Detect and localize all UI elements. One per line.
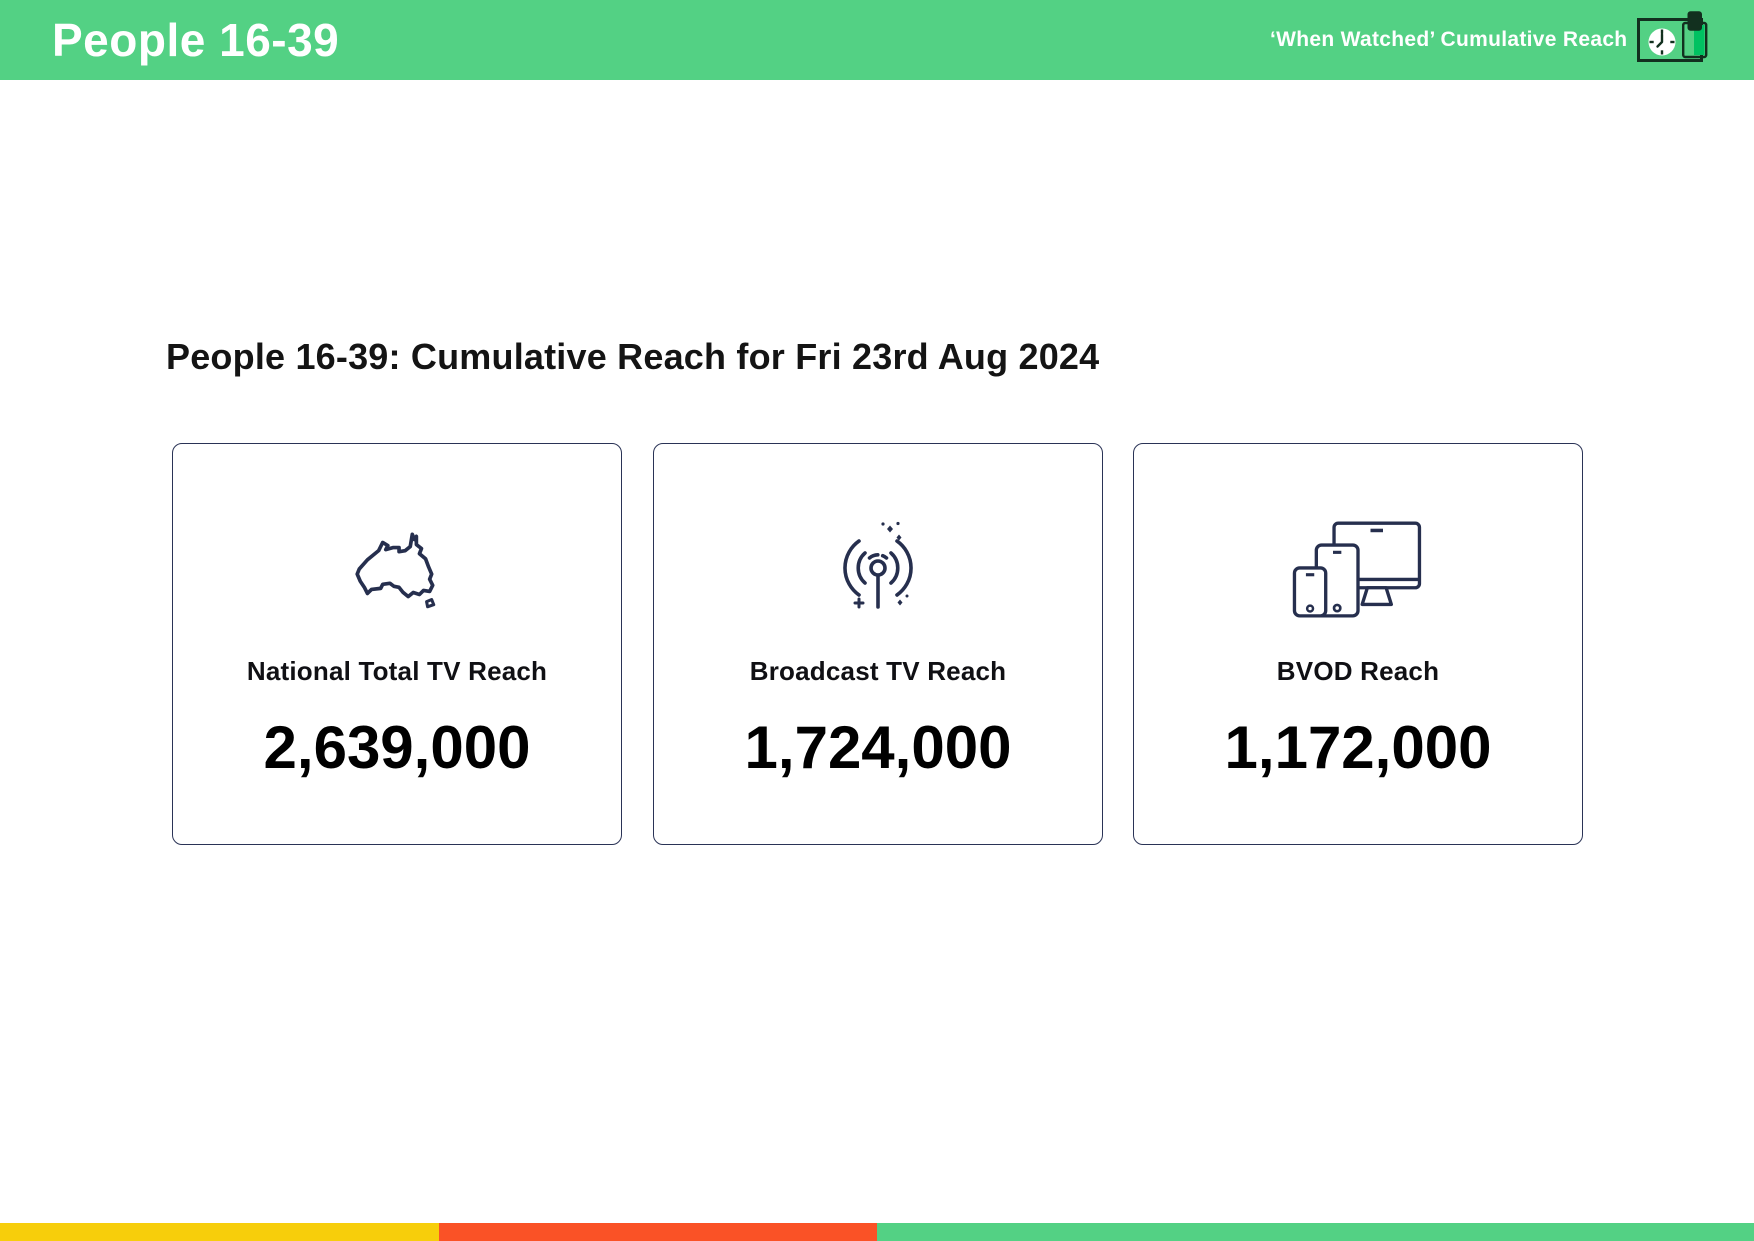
card-value: 2,639,000 [263, 714, 531, 781]
page-title: People 16-39 [52, 14, 340, 66]
footer-green-segment [877, 1223, 1754, 1241]
card-value: 1,724,000 [744, 714, 1012, 781]
broadcast-antenna-icon [828, 518, 928, 620]
card-bvod-reach: BVOD Reach 1,172,000 [1133, 443, 1583, 845]
card-value: 1,172,000 [1224, 714, 1492, 781]
australia-map-icon [346, 518, 448, 620]
card-label: BVOD Reach [1276, 656, 1440, 686]
footer-red-segment [438, 1223, 877, 1241]
report-heading: People 16-39: Cumulative Reach for Fri 2… [166, 336, 1100, 377]
card-label: Broadcast TV Reach [749, 656, 1007, 686]
connected-devices-icon [1292, 518, 1424, 620]
card-label: National Total TV Reach [246, 656, 548, 686]
card-national-total-tv-reach: National Total TV Reach 2,639,000 [172, 443, 622, 845]
dashboard-page: People 16-39 ‘When Watched’ Cumulative R… [0, 0, 1754, 1241]
card-broadcast-tv-reach: Broadcast TV Reach 1,724,000 [653, 443, 1103, 845]
header-bar: People 16-39 ‘When Watched’ Cumulative R… [0, 0, 1754, 80]
header-tagline: ‘When Watched’ Cumulative Reach [1270, 28, 1628, 51]
footer-color-bar [0, 1223, 1754, 1241]
footer-yellow-segment [0, 1223, 439, 1241]
device-icon[interactable] [1682, 11, 1708, 64]
